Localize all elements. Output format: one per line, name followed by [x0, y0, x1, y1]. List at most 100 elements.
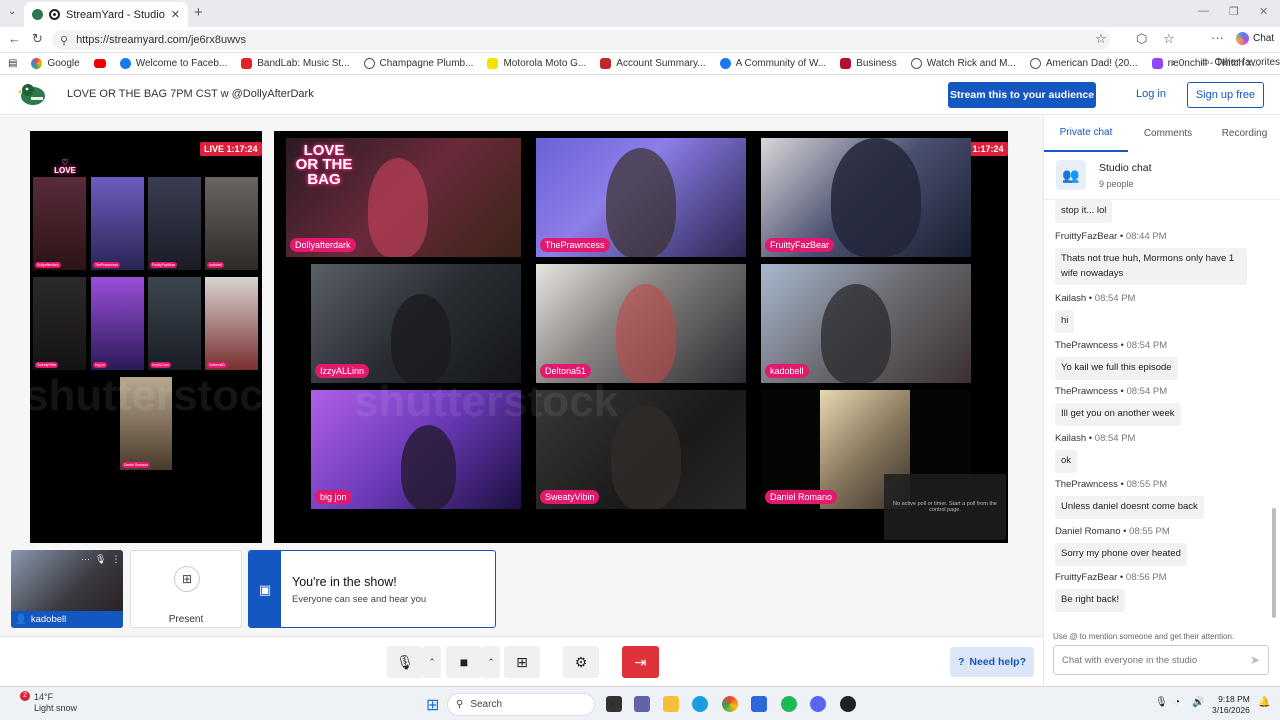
leave-studio-button[interactable]: ⇥: [622, 646, 659, 678]
chrome-icon[interactable]: [722, 696, 738, 712]
minimize-icon[interactable]: —: [1198, 5, 1209, 17]
youtube-icon: [93, 59, 106, 68]
video-tile-theprawncess[interactable]: ThePrawncess: [536, 138, 746, 257]
chat-message: ThePrawncess • 08:54 PM Yo kail we full …: [1055, 340, 1178, 380]
video-tile-deltona51[interactable]: Deltona51: [536, 264, 746, 383]
browser-tab-bar: ⌄ StreamYard - Studio ✕ + — ❐ ✕: [0, 0, 1280, 27]
more-menu-icon[interactable]: ···: [1211, 30, 1224, 45]
store-icon[interactable]: [751, 696, 767, 712]
studio-chat-header: 👥 Studio chat 9 people: [1044, 152, 1280, 200]
present-button[interactable]: ⊞ Present: [130, 550, 242, 628]
preview-tile-deltona: Deltona51: [205, 277, 258, 370]
new-tab-icon[interactable]: +: [194, 4, 203, 21]
bookmark-business[interactable]: Business: [840, 58, 897, 69]
bookmark-youtube[interactable]: [93, 59, 106, 68]
mic-icon[interactable]: 🎙: [95, 554, 106, 565]
chat-scroll-thumb[interactable]: [1272, 508, 1276, 618]
chat-message-list: stop it... lol FruittyFazBear • 08:44 PM…: [1044, 200, 1269, 630]
video-tile-dollyafterdark[interactable]: LOVE OR THE BAG Dollyafterdark: [286, 138, 521, 257]
bookmark-rick-and-morty[interactable]: Watch Rick and M...: [910, 58, 1016, 69]
microphone-button[interactable]: 🎙: [387, 646, 423, 678]
tab-private-chat[interactable]: Private chat: [1044, 116, 1128, 152]
video-tile-kadobell[interactable]: kadobell: [761, 264, 971, 383]
microphone-tray-icon[interactable]: 🎙: [1155, 697, 1168, 708]
volume-icon[interactable]: 🔊: [1192, 697, 1204, 708]
help-icon: ?: [957, 656, 965, 668]
message-meta: Daniel Romano • 08:55 PM: [1055, 526, 1170, 537]
weather-badge: 2: [20, 691, 30, 701]
send-icon[interactable]: ➤: [1250, 653, 1260, 667]
bookmark-google[interactable]: Google: [31, 58, 80, 69]
chat-input-box[interactable]: ➤: [1053, 645, 1269, 675]
settings-button[interactable]: ⚙: [563, 646, 599, 678]
edge-icon[interactable]: [692, 696, 708, 712]
camera-options-caret[interactable]: ⌃: [482, 646, 500, 678]
microphone-options-caret[interactable]: ⌃: [423, 646, 441, 678]
preview-tile-bigjon: big jon: [91, 277, 144, 370]
browser-tab[interactable]: StreamYard - Studio ✕: [24, 2, 188, 27]
video-tile-izzyallinn[interactable]: IzzyALLinn: [311, 264, 521, 383]
message-text: Sorry my phone over heated: [1055, 543, 1187, 566]
other-favorites[interactable]: ▭ Other favorites: [1200, 57, 1280, 68]
chat-input[interactable]: [1054, 646, 1234, 674]
bookmark-facebook[interactable]: Welcome to Faceb...: [119, 58, 227, 69]
studio-chat-title: Studio chat: [1099, 162, 1152, 174]
signup-button[interactable]: Sign up free: [1187, 82, 1264, 108]
close-window-icon[interactable]: ✕: [1259, 5, 1268, 18]
app-icon[interactable]: [840, 696, 856, 712]
share-screen-button[interactable]: ⊞: [504, 646, 540, 678]
copilot-chat-button[interactable]: Chat: [1236, 32, 1274, 45]
message-meta: ThePrawncess • 08:54 PM: [1055, 340, 1168, 351]
chat-scrollbar[interactable]: [1271, 208, 1277, 628]
maximize-icon[interactable]: ❐: [1229, 5, 1239, 18]
my-camera-tile[interactable]: ··· 🎙 ⋮ 👤 kadobell: [11, 550, 123, 628]
watermark: shutterstock: [24, 371, 289, 420]
favorite-star-icon[interactable]: ☆: [1095, 31, 1107, 47]
tab-recording[interactable]: Recording: [1208, 116, 1280, 152]
bookmarks-overflow-icon[interactable]: ›: [1172, 57, 1176, 69]
bookmark-bandlab[interactable]: BandLab: Music St...: [241, 58, 350, 69]
preview-tile-sweaty: SweatyVibin: [33, 277, 86, 370]
message-text: Yo kail we full this episode: [1055, 357, 1178, 380]
video-tile-fruittyfazbear[interactable]: FruittyFazBear: [761, 138, 971, 257]
discord-icon[interactable]: [810, 696, 826, 712]
bookmark-champagne[interactable]: Champagne Plumb...: [363, 58, 473, 69]
back-icon[interactable]: ←: [8, 31, 21, 46]
message-text: Thats not true huh, Mormons only have 1 …: [1055, 248, 1247, 286]
facebook-icon: [719, 58, 731, 69]
spotify-icon[interactable]: [781, 696, 797, 712]
favorites-folder-icon[interactable]: ▤: [8, 58, 17, 69]
clock[interactable]: 9:18 PM 3/16/2026: [1212, 694, 1250, 716]
camera-button[interactable]: ■: [446, 646, 482, 678]
stream-to-audience-button[interactable]: Stream this to your audience: [948, 82, 1096, 108]
close-tab-icon[interactable]: ✕: [171, 8, 180, 21]
bookmark-american-dad[interactable]: American Dad! (20...: [1029, 58, 1138, 69]
teams-icon[interactable]: [634, 696, 650, 712]
tab-list-icon[interactable]: ⌄: [8, 6, 16, 17]
url-field[interactable]: ⚲ https://streamyard.com/je6rx8uwvs: [52, 30, 1110, 50]
login-link[interactable]: Log in: [1136, 88, 1166, 100]
recording-indicator-icon: [49, 9, 60, 20]
site-info-icon[interactable]: ⚲: [60, 34, 68, 47]
reload-icon[interactable]: ↻: [32, 31, 43, 47]
chat-message: ThePrawncess • 08:54 PM Ill get you on a…: [1055, 386, 1181, 426]
windows-start-icon[interactable]: ⊞: [426, 695, 439, 715]
menu-icon[interactable]: ⋮: [111, 554, 120, 565]
extensions-icon[interactable]: ⬡: [1136, 31, 1147, 47]
weather-widget[interactable]: 2 14°F Light snow: [12, 691, 77, 715]
notifications-icon[interactable]: 🔔: [1258, 697, 1270, 708]
bookmark-account-summary[interactable]: Account Summary...: [600, 58, 706, 69]
bookmark-motorola[interactable]: Motorola Moto G...: [487, 58, 586, 69]
love-or-the-bag-logo: LOVE OR THE BAG: [295, 142, 353, 188]
taskbar-search[interactable]: ⚲ Search: [447, 693, 595, 716]
need-help-button[interactable]: ? Need help?: [950, 647, 1034, 677]
more-dots-icon[interactable]: ···: [81, 554, 90, 565]
bookmark-community[interactable]: A Community of W...: [719, 58, 826, 69]
task-view-icon[interactable]: [606, 696, 622, 712]
wifi-icon[interactable]: ◔: [1174, 697, 1180, 708]
bandlab-icon: [241, 58, 253, 69]
tab-comments[interactable]: Comments: [1128, 116, 1208, 152]
favorites-icon[interactable]: ☆: [1163, 31, 1175, 47]
globe-icon: [363, 58, 375, 69]
file-explorer-icon[interactable]: [663, 696, 679, 712]
